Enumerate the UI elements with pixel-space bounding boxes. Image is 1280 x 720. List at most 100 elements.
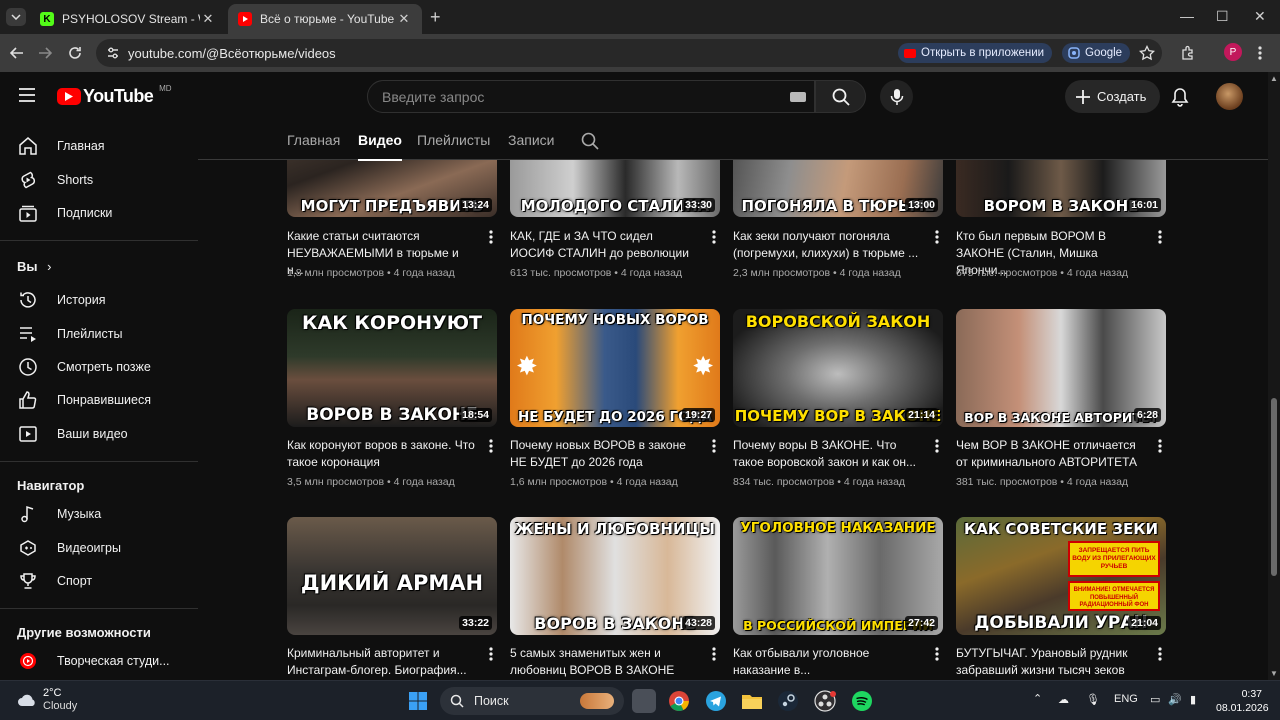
more-options-icon[interactable] [1154, 230, 1166, 244]
maximize-icon[interactable]: ☐ [1216, 8, 1229, 25]
sidebar-item-gaming[interactable]: Видеоигры [0, 531, 198, 565]
channel-search-icon[interactable] [581, 132, 599, 150]
back-icon[interactable] [8, 44, 26, 62]
page-scrollbar[interactable]: ▲ ▼ [1268, 72, 1280, 680]
video-card[interactable]: ВОРОМ В ЗАКОНЕ 16:01 Кто был первым ВОРО… [956, 160, 1166, 279]
open-in-app-button[interactable]: Открыть в приложении [898, 43, 1053, 63]
video-title[interactable]: Почему воры В ЗАКОНЕ. Что такое воровско… [733, 437, 923, 471]
more-options-icon[interactable] [485, 439, 497, 453]
more-options-icon[interactable] [708, 647, 720, 661]
video-title[interactable]: Как отбывали уголовное наказание в... [733, 645, 923, 679]
volume-icon[interactable]: 🔊 [1168, 693, 1182, 706]
more-options-icon[interactable] [1154, 439, 1166, 453]
video-title[interactable]: КАК, ГДЕ и ЗА ЧТО сидел ИОСИФ СТАЛИН до … [510, 228, 700, 262]
scrollbar-thumb[interactable] [1271, 398, 1277, 576]
forward-icon[interactable] [36, 44, 54, 62]
google-lens-button[interactable]: Google [1062, 43, 1131, 63]
obs-icon[interactable] [813, 689, 837, 713]
scroll-up-icon[interactable]: ▲ [1270, 74, 1278, 83]
microphone-tray-icon[interactable]: 🎙 [1086, 693, 1100, 706]
more-options-icon[interactable] [931, 230, 943, 244]
sidebar-item-music[interactable]: Музыка [0, 497, 198, 531]
sidebar-item-history[interactable]: История [0, 283, 198, 317]
video-title[interactable]: Как зеки получают погоняла (погремухи, к… [733, 228, 923, 262]
more-options-icon[interactable] [485, 230, 497, 244]
video-card[interactable]: ВОР В ЗАКОНЕ АВТОРИТЕТ 6:28 Чем ВОР В ЗА… [956, 309, 1166, 488]
search-input[interactable]: Введите запрос [367, 80, 815, 113]
extensions-icon[interactable] [1180, 45, 1196, 61]
weather-widget[interactable]: 2°C Cloudy [16, 687, 77, 713]
video-title[interactable]: Как коронуют воров в законе. Что такое к… [287, 437, 477, 471]
search-button[interactable] [815, 80, 866, 113]
scroll-down-icon[interactable]: ▼ [1270, 669, 1278, 678]
close-tab-icon[interactable]: ✕ [396, 11, 412, 27]
new-tab-button[interactable]: + [430, 8, 441, 26]
create-button[interactable]: Создать [1065, 80, 1161, 113]
video-thumbnail[interactable]: ДИКИЙ АРМАН 33:22 [287, 517, 497, 635]
taskbar-search[interactable]: Поиск [440, 687, 624, 715]
close-window-icon[interactable]: ✕ [1254, 8, 1266, 25]
sidebar-item-liked[interactable]: Понравившиеся [0, 383, 198, 417]
more-options-icon[interactable] [485, 647, 497, 661]
onedrive-icon[interactable]: ☁ [1058, 693, 1069, 706]
tab-posts[interactable]: Записи [508, 132, 554, 148]
browser-profile-avatar[interactable]: P [1224, 43, 1242, 61]
video-card[interactable]: ДИКИЙ АРМАН 33:22 Криминальный авторитет… [287, 517, 497, 677]
address-bar[interactable]: youtube.com/@Всёотюрьме/videos Открыть в… [96, 39, 1162, 67]
video-title[interactable]: 5 самых знаменитых жен и любовниц ВОРОВ … [510, 645, 700, 679]
language-indicator[interactable]: ENG [1114, 693, 1138, 705]
video-thumbnail[interactable]: ЖЕНЫ И ЛЮБОВНИЦЫ ВОРОВ В ЗАКОНЕ 43:28 [510, 517, 720, 635]
video-card[interactable]: ВОРОВСКОЙ ЗАКОН ПОЧЕМУ ВОР В ЗАКОНЕ 21:1… [733, 309, 943, 488]
more-options-icon[interactable] [708, 439, 720, 453]
network-icon[interactable]: ▭ [1150, 693, 1160, 706]
video-card[interactable]: МОЛОДОГО СТАЛИНА 33:30 КАК, ГДЕ и ЗА ЧТО… [510, 160, 720, 279]
sidebar-item-shorts[interactable]: Shorts [0, 163, 198, 197]
video-card[interactable]: ПОГОНЯЛА В ТЮРЬМЕ 13:00 Как зеки получаю… [733, 160, 943, 279]
user-avatar[interactable] [1216, 83, 1243, 110]
sidebar-you-heading[interactable]: Вы › [17, 259, 51, 274]
video-thumbnail[interactable]: УГОЛОВНОЕ НАКАЗАНИЕ В РОССИЙСКОЙ ИМПЕРИИ… [733, 517, 943, 635]
tab-home[interactable]: Главная [287, 132, 340, 148]
more-options-icon[interactable] [931, 439, 943, 453]
windows-start-icon[interactable] [406, 689, 430, 713]
video-card[interactable]: МОГУТ ПРЕДЪЯВИТЬ 13:24 Какие статьи счит… [287, 160, 497, 279]
spotify-icon[interactable] [850, 689, 874, 713]
battery-icon[interactable]: ▮ [1190, 693, 1196, 706]
more-options-icon[interactable] [1154, 647, 1166, 661]
video-card[interactable]: КАК СОВЕТСКИЕ ЗЕКИ ЗАПРЕЩАЕТСЯ ПИТЬ ВОДУ… [956, 517, 1166, 677]
video-card[interactable]: ЖЕНЫ И ЛЮБОВНИЦЫ ВОРОВ В ЗАКОНЕ 43:28 5 … [510, 517, 720, 677]
steam-icon[interactable] [776, 689, 800, 713]
browser-tab-youtube[interactable]: Всё о тюрьме - YouTube ✕ [228, 4, 422, 34]
video-title[interactable]: Криминальный авторитет и Инстаграм-блоге… [287, 645, 477, 679]
notifications-bell-icon[interactable] [1171, 87, 1189, 107]
chrome-icon[interactable] [667, 689, 691, 713]
video-card[interactable]: КАК КОРОНУЮТ ВОРОВ В ЗАКОНЕ 18:54 Как ко… [287, 309, 497, 488]
video-thumbnail[interactable]: ПОГОНЯЛА В ТЮРЬМЕ 13:00 [733, 160, 943, 217]
video-title[interactable]: Чем ВОР В ЗАКОНЕ отличается от криминаль… [956, 437, 1146, 471]
taskbar-clock[interactable]: 0:37 08.01.2026 [1216, 687, 1269, 715]
sidebar-item-watch-later[interactable]: Смотреть позже [0, 350, 198, 384]
video-thumbnail[interactable]: КАК КОРОНУЮТ ВОРОВ В ЗАКОНЕ 18:54 [287, 309, 497, 427]
video-thumbnail[interactable]: МОЛОДОГО СТАЛИНА 33:30 [510, 160, 720, 217]
file-explorer-icon[interactable] [740, 689, 764, 713]
youtube-logo[interactable]: YouTube MD [57, 84, 172, 107]
tab-playlists[interactable]: Плейлисты [417, 132, 490, 148]
sidebar-item-studio[interactable]: Творческая студи... [0, 644, 198, 678]
sidebar-item-home[interactable]: Главная [0, 129, 198, 163]
video-thumbnail[interactable]: ВОР В ЗАКОНЕ АВТОРИТЕТ 6:28 [956, 309, 1166, 427]
keyboard-icon[interactable] [790, 92, 806, 102]
video-thumbnail[interactable]: КАК СОВЕТСКИЕ ЗЕКИ ЗАПРЕЩАЕТСЯ ПИТЬ ВОДУ… [956, 517, 1166, 635]
browser-tab-kick[interactable]: K PSYHOLOSOV Stream - Watch L ✕ [30, 4, 226, 34]
more-options-icon[interactable] [708, 230, 720, 244]
video-card[interactable]: УГОЛОВНОЕ НАКАЗАНИЕ В РОССИЙСКОЙ ИМПЕРИИ… [733, 517, 943, 677]
video-thumbnail[interactable]: ПОЧЕМУ НОВЫХ ВОРОВ ✸ ✸ НЕ БУДЕТ ДО 2026 … [510, 309, 720, 427]
video-thumbnail[interactable]: ВОРОВСКОЙ ЗАКОН ПОЧЕМУ ВОР В ЗАКОНЕ 21:1… [733, 309, 943, 427]
tray-overflow-chevron-icon[interactable]: ⌃ [1033, 692, 1042, 705]
bookmark-star-icon[interactable] [1139, 45, 1155, 61]
reload-icon[interactable] [66, 44, 84, 62]
video-card[interactable]: ПОЧЕМУ НОВЫХ ВОРОВ ✸ ✸ НЕ БУДЕТ ДО 2026 … [510, 309, 720, 488]
sidebar-item-sport[interactable]: Спорт [0, 564, 198, 598]
telegram-icon[interactable] [704, 689, 728, 713]
tab-search-button[interactable] [6, 8, 26, 26]
sidebar-item-your-videos[interactable]: Ваши видео [0, 417, 198, 451]
